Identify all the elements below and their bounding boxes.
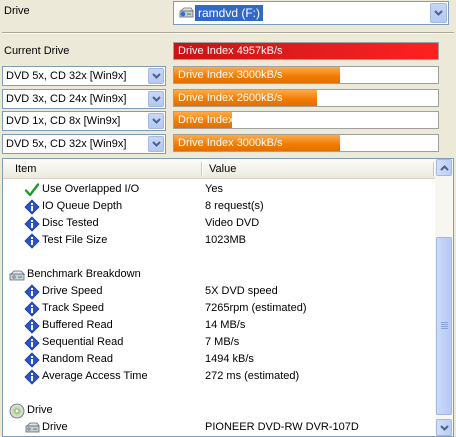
list-header: Item Value <box>3 159 435 179</box>
list-item[interactable]: Buffered Read 14 MB/s <box>3 317 435 334</box>
list-item-label: IO Queue Depth <box>42 200 123 212</box>
scroll-down-button[interactable] <box>436 419 452 436</box>
list-item-value: 272 ms (estimated) <box>205 370 300 382</box>
list-item-label: Sequential Read <box>42 336 124 348</box>
list-item-label: Test File Size <box>42 234 108 246</box>
info-icon <box>24 199 40 215</box>
list-item-label: Buffered Read <box>42 319 113 331</box>
list-item[interactable]: Test File Size 1023MB <box>3 232 435 249</box>
list-group-label: Benchmark Breakdown <box>27 268 141 280</box>
info-icon <box>24 284 40 300</box>
list-item-label: Disc Tested <box>42 217 99 229</box>
chevron-down-icon[interactable] <box>148 113 164 129</box>
list-item-value: 7 MB/s <box>205 336 240 348</box>
chevron-down-icon[interactable] <box>148 68 164 84</box>
comparison-select-2[interactable]: DVD 3x, CD 24x [Win9x] <box>2 89 166 109</box>
top-divider <box>2 32 454 34</box>
list-item-value: 5X DVD speed <box>205 285 278 297</box>
comparison-select-4[interactable]: DVD 5x, CD 32x [Win9x] <box>2 134 166 154</box>
comparison-bar-text: Drive Index 2600kB/s <box>178 92 283 104</box>
comparison-bar-4: Drive Index 3000kB/s <box>173 134 439 152</box>
column-header-item[interactable]: Item <box>15 159 36 179</box>
info-icon <box>24 352 40 368</box>
list-item-label: Track Speed <box>42 302 104 314</box>
comparison-select-value: DVD 3x, CD 24x [Win9x] <box>6 93 127 105</box>
column-divider[interactable] <box>201 162 203 176</box>
list-item-value: 14 MB/s <box>205 319 246 331</box>
list-item[interactable]: Drive Speed 5X DVD speed <box>3 283 435 300</box>
scroll-up-button[interactable] <box>436 159 452 176</box>
comparison-select-1[interactable]: DVD 5x, CD 32x [Win9x] <box>2 66 166 86</box>
comparison-bar-3: Drive Index 1000kB/s <box>173 111 439 129</box>
column-header-value[interactable]: Value <box>209 159 236 179</box>
list-item-label: Random Read <box>42 353 113 365</box>
list-item-label: Average Access Time <box>42 370 148 382</box>
list-item[interactable]: Disc Tested Video DVD <box>3 215 435 232</box>
chevron-down-icon[interactable] <box>148 91 164 107</box>
list-item-value: 7265rpm (estimated) <box>205 302 307 314</box>
comparison-select-value: DVD 5x, CD 32x [Win9x] <box>6 70 127 82</box>
drive-label: Drive <box>4 5 30 17</box>
current-drive-bar-text: Drive Index 4957kB/s <box>178 45 283 57</box>
list-item[interactable]: Track Speed 7265rpm (estimated) <box>3 300 435 317</box>
list-item[interactable]: Sequential Read 7 MB/s <box>3 334 435 351</box>
info-icon <box>24 301 40 317</box>
list-item-value: 1023MB <box>205 234 246 246</box>
check-icon <box>24 182 40 198</box>
list-item[interactable]: Random Read 1494 kB/s <box>3 351 435 368</box>
list-item-value: PIONEER DVD-RW DVR-107D <box>205 421 359 433</box>
list-item[interactable]: Drive PIONEER DVD-RW DVR-107D <box>3 419 435 436</box>
info-icon <box>24 369 40 385</box>
list-item[interactable]: Average Access Time 272 ms (estimated) <box>3 368 435 385</box>
list-group-header[interactable]: Drive <box>3 402 435 419</box>
disc-group-icon <box>9 403 25 419</box>
list-item-value: 8 request(s) <box>205 200 264 212</box>
grip-line <box>441 328 448 329</box>
info-icon <box>24 216 40 232</box>
vertical-scrollbar[interactable] <box>435 159 453 436</box>
comparison-bar-text: Drive Index 3000kB/s <box>178 69 283 81</box>
current-drive-label: Current Drive <box>4 45 70 57</box>
list-item[interactable]: IO Queue Depth 8 request(s) <box>3 198 435 215</box>
list-group-header[interactable]: Benchmark Breakdown <box>3 266 435 283</box>
comparison-select-3[interactable]: DVD 1x, CD 8x [Win9x] <box>2 111 166 131</box>
list-item-label: Use Overlapped I/O <box>42 183 140 195</box>
benchmark-group-icon <box>9 267 25 283</box>
comparison-bar-1: Drive Index 3000kB/s <box>173 66 439 84</box>
chevron-down-icon[interactable] <box>430 3 447 23</box>
list-item-value: 1494 kB/s <box>205 353 254 365</box>
info-icon <box>24 335 40 351</box>
comparison-select-value: DVD 5x, CD 32x [Win9x] <box>6 138 127 150</box>
chevron-down-icon[interactable] <box>148 136 164 152</box>
results-list[interactable]: Item Value Use Overlapped I/O Yes IO Que… <box>2 158 454 437</box>
current-drive-bar: Drive Index 4957kB/s <box>173 42 439 60</box>
drive-icon <box>178 6 194 20</box>
info-icon <box>24 233 40 249</box>
list-item[interactable]: Use Overlapped I/O Yes <box>3 181 435 198</box>
comparison-select-value: DVD 1x, CD 8x [Win9x] <box>6 115 121 127</box>
list-item-label: Drive Speed <box>42 285 103 297</box>
drive-select-value: ramdvd (F:) <box>195 5 264 21</box>
list-group-label: Drive <box>27 404 53 416</box>
grip-line <box>441 324 448 325</box>
scrollbar-thumb[interactable] <box>436 237 452 415</box>
comparison-bar-text: Drive Index 1000kB/s <box>178 114 283 126</box>
info-icon <box>24 318 40 334</box>
grip-line <box>441 322 448 323</box>
list-item-value: Yes <box>205 183 223 195</box>
drive-select[interactable]: ramdvd (F:) <box>173 1 449 25</box>
drive-icon <box>24 420 40 436</box>
list-item-label: Drive <box>42 421 68 433</box>
comparison-bar-2: Drive Index 2600kB/s <box>173 89 439 107</box>
comparison-bar-text: Drive Index 3000kB/s <box>178 137 283 149</box>
grip-line <box>441 326 448 327</box>
list-item-value: Video DVD <box>205 217 260 229</box>
